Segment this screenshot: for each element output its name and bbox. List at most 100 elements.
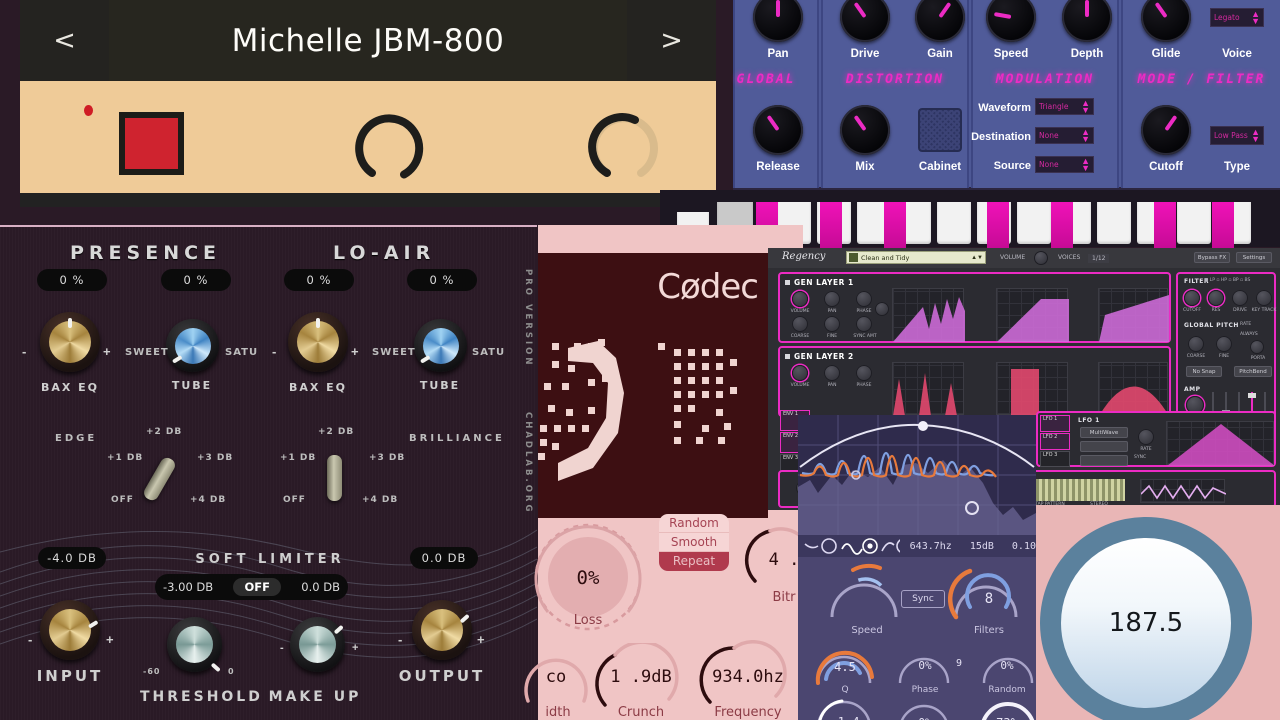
prev-preset-button[interactable]: < bbox=[20, 0, 109, 81]
display-presence-baxeq[interactable]: 0 % bbox=[37, 269, 107, 291]
knob-phase-l1[interactable] bbox=[856, 291, 872, 307]
knob-mix[interactable] bbox=[840, 105, 890, 155]
display-output[interactable]: 0.0 DB bbox=[410, 547, 478, 569]
black-key[interactable] bbox=[1051, 202, 1073, 250]
select-waveform[interactable]: Triangle ▲ ▼ bbox=[1035, 98, 1094, 115]
wave-display-2b[interactable] bbox=[996, 362, 1068, 416]
cabinet-icon[interactable] bbox=[918, 108, 962, 152]
limiter-threshold-value[interactable]: -3.00 DB bbox=[163, 580, 213, 594]
black-key[interactable] bbox=[987, 202, 1009, 250]
lfo-slot-2[interactable] bbox=[1080, 441, 1128, 452]
mode-button-repeat[interactable]: Repeat bbox=[659, 552, 729, 571]
option-always[interactable]: ALWAYS bbox=[1240, 332, 1274, 337]
black-key[interactable] bbox=[884, 202, 906, 250]
delay-wave-display[interactable] bbox=[1140, 479, 1227, 503]
knob-output[interactable] bbox=[412, 600, 472, 660]
lfo-sync-toggle[interactable]: SYNC bbox=[1134, 455, 1162, 460]
knob-gain[interactable] bbox=[915, 0, 965, 42]
select-voice[interactable]: Legato ▲ ▼ bbox=[1210, 8, 1264, 27]
limiter-makeup-value[interactable]: 0.0 DB bbox=[301, 580, 340, 594]
knob-coarse-l1[interactable] bbox=[792, 316, 808, 332]
knob-res[interactable] bbox=[1208, 290, 1224, 306]
settings-button[interactable]: Settings bbox=[1236, 252, 1272, 263]
knob-fine-l1[interactable] bbox=[824, 316, 840, 332]
lfo-tab-1[interactable]: LFO 1 bbox=[1040, 415, 1070, 432]
white-key[interactable] bbox=[1017, 202, 1051, 244]
select-source[interactable]: None ▲ ▼ bbox=[1035, 156, 1094, 173]
knob-lfo-rate[interactable] bbox=[1138, 429, 1154, 445]
amp-knob-right[interactable] bbox=[583, 104, 665, 186]
wave-display-1b[interactable] bbox=[996, 288, 1069, 342]
voices-value[interactable]: 1/12 bbox=[1088, 254, 1110, 263]
wave-icon-row[interactable] bbox=[802, 536, 900, 556]
knob-loair-tube[interactable] bbox=[414, 319, 467, 372]
knob-presence-baxeq[interactable] bbox=[40, 312, 100, 372]
knob-drive[interactable] bbox=[840, 0, 890, 42]
brilliance-switch-lever[interactable] bbox=[327, 455, 342, 501]
layer-enable-toggle[interactable] bbox=[785, 279, 790, 285]
knob-porta[interactable] bbox=[1250, 340, 1264, 354]
wave-display-1a[interactable] bbox=[892, 288, 965, 342]
knob-phase-l2[interactable] bbox=[856, 365, 872, 381]
black-key[interactable] bbox=[1212, 202, 1234, 250]
filter-modes[interactable]: ■ LP ▫ HP ▫ BP ▫ BS bbox=[1204, 278, 1274, 283]
knob-pan[interactable] bbox=[753, 0, 803, 42]
preset-browser[interactable]: Clean and Tidy ▲▼ bbox=[846, 251, 986, 264]
knob-loair-baxeq[interactable] bbox=[288, 312, 348, 372]
chevron-down-icon[interactable]: ▲▼ bbox=[971, 255, 983, 261]
knob-keytrack[interactable] bbox=[1256, 290, 1272, 306]
knob-input[interactable] bbox=[40, 600, 100, 660]
power-switch[interactable] bbox=[119, 112, 184, 175]
knob-pan-l1[interactable] bbox=[824, 291, 840, 307]
layer-enable-toggle[interactable] bbox=[785, 353, 790, 359]
knob-makeup[interactable] bbox=[290, 617, 345, 672]
knob-depth[interactable] bbox=[1062, 0, 1112, 42]
bypass-fx-button[interactable]: Bypass FX bbox=[1194, 252, 1230, 263]
white-key[interactable] bbox=[1177, 202, 1211, 244]
knob-volume-l2[interactable] bbox=[792, 365, 808, 381]
display-presence-tube[interactable]: 0 % bbox=[161, 269, 231, 291]
option-rate[interactable]: RATE bbox=[1240, 322, 1274, 327]
wave-display-1c[interactable] bbox=[1098, 288, 1169, 342]
knob-speed[interactable] bbox=[986, 0, 1036, 42]
black-key[interactable] bbox=[1154, 202, 1176, 250]
display-loair-tube[interactable]: 0 % bbox=[407, 269, 477, 291]
stepper-icon[interactable]: ▲ ▼ bbox=[1081, 156, 1090, 171]
knob-pitch-coarse[interactable] bbox=[1188, 336, 1204, 352]
no-snap-button[interactable]: No Snap bbox=[1186, 366, 1222, 377]
big-knob[interactable]: 187.5 bbox=[1040, 517, 1252, 720]
amp-knob-left[interactable] bbox=[348, 104, 430, 186]
white-key[interactable] bbox=[1097, 202, 1131, 244]
knob-master-volume[interactable] bbox=[1034, 251, 1048, 265]
lfo-tab-2[interactable]: LFO 2 bbox=[1040, 433, 1070, 450]
display-loair-baxeq[interactable]: 0 % bbox=[284, 269, 354, 291]
wave-display-2c[interactable] bbox=[1098, 362, 1169, 416]
knob-volume-l1[interactable] bbox=[792, 291, 808, 307]
select-type[interactable]: Low Pass ▲ ▼ bbox=[1210, 126, 1264, 145]
display-input[interactable]: -4.0 DB bbox=[38, 547, 106, 569]
knob-release[interactable] bbox=[753, 105, 803, 155]
black-key[interactable] bbox=[820, 202, 842, 250]
knob-pitch-fine[interactable] bbox=[1216, 336, 1232, 352]
spectrum-display[interactable] bbox=[798, 415, 1036, 535]
lfo-tab-3[interactable]: LFO 3 bbox=[1040, 451, 1070, 467]
knob-dist-amt-l1[interactable] bbox=[875, 302, 889, 316]
limiter-toggle[interactable]: OFF bbox=[233, 578, 281, 596]
knob-pan-l2[interactable] bbox=[824, 365, 840, 381]
knob-cutoff[interactable] bbox=[1141, 105, 1191, 155]
stepper-icon[interactable]: ▲ ▼ bbox=[1081, 98, 1090, 113]
mode-button-smooth[interactable]: Smooth bbox=[659, 533, 729, 552]
select-destination[interactable]: None ▲ ▼ bbox=[1035, 127, 1094, 144]
knob-drive-filter[interactable] bbox=[1232, 290, 1248, 306]
stepper-icon[interactable]: ▲ ▼ bbox=[1081, 127, 1090, 142]
lfo-wave-select[interactable]: MultiWave bbox=[1080, 427, 1128, 438]
stepper-icon[interactable]: ▲ ▼ bbox=[1251, 127, 1260, 142]
knob-threshold[interactable] bbox=[167, 617, 222, 673]
knob-cutoff-filter[interactable] bbox=[1184, 290, 1200, 306]
mode-button-random[interactable]: Random bbox=[659, 514, 729, 533]
pitch-bend-button[interactable]: PitchBend bbox=[1234, 366, 1272, 377]
stepper-icon[interactable]: ▲ ▼ bbox=[1251, 9, 1260, 24]
knob-syncamt-l1[interactable] bbox=[856, 316, 872, 332]
sync-button[interactable]: Sync bbox=[901, 590, 945, 608]
next-preset-button[interactable]: > bbox=[627, 0, 716, 81]
